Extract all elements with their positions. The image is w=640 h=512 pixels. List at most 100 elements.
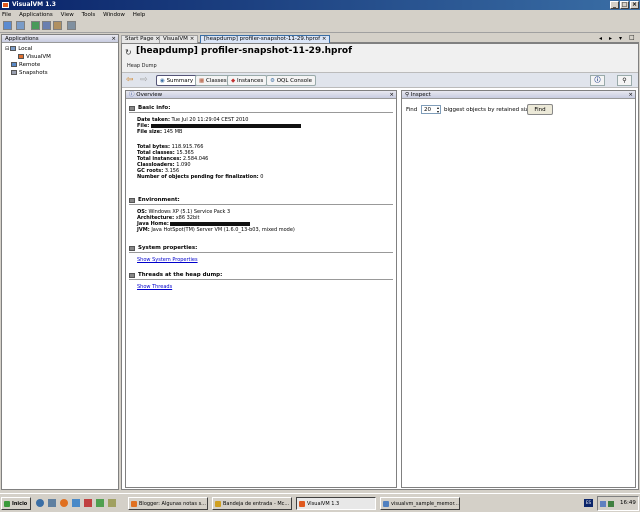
section-icon [129, 246, 135, 251]
classes-icon: ▦ [199, 78, 205, 84]
taskbar-item-mail[interactable]: Bandeja de entrada - Mc... [212, 497, 292, 510]
info-icon[interactable]: ⓘ [590, 75, 605, 86]
add-remote-host-icon[interactable] [16, 21, 25, 30]
oql-console-icon: ⚙ [270, 78, 275, 84]
tab-scroll-right-icon[interactable]: ▸ [609, 35, 612, 42]
tree-item-visualvm[interactable]: VisualVM [2, 53, 118, 61]
redacted-path [150, 123, 301, 128]
applications-tree: ⊟ Local VisualVM Remote Snapshots [2, 43, 118, 77]
overview-header: ⓘ Overview × [126, 91, 396, 99]
app-quicklaunch-icon[interactable] [108, 499, 116, 507]
section-icon [129, 273, 135, 278]
view-toolbar: ⇦ ⇨ ◉ Summary ▦ Classes ◆ Instances ⚙ OQ… [122, 72, 638, 88]
document-header: ↻ [heapdump] profiler-snapshot-11-29.hpr… [122, 44, 638, 72]
section-icon [129, 106, 135, 111]
inspect-header: ⚲ Inspect × [402, 91, 635, 99]
tree-item-local[interactable]: ⊟ Local [2, 45, 118, 53]
applications-panel: Applications × ⊟ Local VisualVM Remote Sn… [1, 34, 119, 490]
maximize-document-icon[interactable]: □ [629, 34, 635, 41]
info-icon: ⓘ [129, 92, 135, 98]
forward-arrow-icon[interactable]: ⇨ [140, 75, 148, 85]
refresh-icon[interactable]: ↻ [125, 48, 132, 57]
app-quicklaunch-icon[interactable] [96, 499, 104, 507]
close-window-button[interactable]: × [630, 1, 639, 9]
firefox-icon [131, 501, 137, 507]
close-panel-icon[interactable]: × [111, 35, 116, 43]
app-quicklaunch-icon[interactable] [84, 499, 92, 507]
back-arrow-icon[interactable]: ⇦ [126, 75, 134, 85]
tab-visualvm[interactable]: VisualVM × [159, 35, 199, 43]
tree-expand-icon[interactable]: ⊟ [5, 46, 9, 52]
close-tab-icon[interactable]: × [322, 36, 327, 42]
stepper-arrows-icon[interactable]: ▴ ▾ [437, 106, 439, 114]
close-panel-icon[interactable]: × [389, 91, 394, 99]
taskbar-item-sample[interactable]: visualvm_sample_memor... [380, 497, 460, 510]
maximize-button[interactable]: □ [620, 1, 629, 9]
redacted-path [170, 221, 251, 226]
threads-section: Threads at the heap dump: Show Threads [129, 271, 393, 293]
start-button[interactable]: Inicio [1, 497, 31, 510]
file-size: File size: 145 MB [137, 129, 183, 135]
close-tab-icon[interactable]: × [190, 36, 195, 42]
window-title: VisualVM 1.3 [12, 1, 56, 8]
network-tray-icon[interactable] [600, 501, 606, 507]
basic-info-heading: Basic info: [129, 104, 393, 113]
menu-file[interactable]: File [2, 12, 11, 18]
applications-panel-title: Applications [5, 36, 39, 42]
heap-dump-icon[interactable] [42, 21, 51, 30]
summary-icon: ◉ [160, 78, 165, 84]
tree-item-remote[interactable]: Remote [2, 61, 118, 69]
taskbar-item-visualvm[interactable]: VisualVM 1.3 [296, 497, 376, 510]
basic-info-section: Basic info: Date taken: Tue Jul 20 11:29… [129, 104, 393, 194]
applications-panel-header: Applications × [2, 35, 118, 43]
menu-applications[interactable]: Applications [19, 12, 53, 18]
firefox-quicklaunch-icon[interactable] [60, 499, 68, 507]
close-panel-icon[interactable]: × [628, 91, 633, 99]
find-button[interactable]: Find [527, 104, 553, 115]
environment-section: Environment: OS: Windows XP (5.1) Servic… [129, 196, 393, 241]
tab-start-page[interactable]: Start Page × [121, 35, 164, 43]
document-icon [383, 501, 389, 507]
menu-bar: File Applications View Tools Window Help [0, 10, 640, 19]
pending-finalization: Number of objects pending for finalizati… [137, 174, 264, 180]
summary-view-button[interactable]: ◉ Summary [156, 75, 198, 86]
clock: 16:49 [620, 500, 636, 506]
menu-window[interactable]: Window [103, 12, 125, 18]
tree-item-snapshots[interactable]: Snapshots [2, 69, 118, 77]
menu-tools[interactable]: Tools [82, 12, 96, 18]
classes-view-button[interactable]: ▦ Classes [195, 75, 231, 86]
environment-heading: Environment: [129, 196, 393, 205]
tab-list-icon[interactable]: ▾ [619, 35, 622, 42]
show-system-properties-link[interactable]: Show System Properties [137, 257, 198, 263]
find-label: Find [406, 107, 418, 113]
add-jmx-connection-icon[interactable] [3, 21, 12, 30]
oql-console-view-button[interactable]: ⚙ OQL Console [266, 75, 316, 86]
tab-heapdump[interactable]: [heapdump] profiler-snapshot-11-29.hprof… [200, 35, 331, 43]
ie-quicklaunch-icon[interactable] [36, 499, 44, 507]
system-tray: 16:49 [597, 496, 639, 511]
object-count-stepper[interactable]: 20 ▴ ▾ [421, 105, 441, 114]
windows-logo-icon [4, 501, 10, 507]
java-app-icon [18, 54, 24, 59]
language-indicator-icon[interactable]: ES [584, 499, 593, 507]
search-icon[interactable]: ⚲ [617, 75, 632, 86]
snapshot-icon[interactable] [67, 21, 76, 30]
instances-view-button[interactable]: ◆ Instances [227, 75, 268, 86]
system-properties-heading: System properties: [129, 244, 393, 253]
minimize-button[interactable]: _ [610, 1, 619, 9]
volume-tray-icon[interactable] [608, 501, 614, 507]
show-threads-link[interactable]: Show Threads [137, 284, 172, 290]
outlook-quicklaunch-icon[interactable] [72, 499, 80, 507]
remote-host-icon [11, 62, 17, 67]
menu-view[interactable]: View [61, 12, 74, 18]
load-snapshot-icon[interactable] [31, 21, 40, 30]
thread-dump-icon[interactable] [53, 21, 62, 30]
desktop-quicklaunch-icon[interactable] [48, 499, 56, 507]
taskbar-item-blogger[interactable]: Blogger: Algunas notas s... [128, 497, 208, 510]
overview-panel: ⓘ Overview × Basic info: Date taken: Tue… [125, 90, 397, 488]
heapdump-document: ↻ [heapdump] profiler-snapshot-11-29.hpr… [121, 43, 639, 490]
computer-icon [10, 46, 17, 51]
tab-scroll-left-icon[interactable]: ◂ [599, 35, 602, 42]
menu-help[interactable]: Help [133, 12, 146, 18]
section-icon [129, 198, 135, 203]
